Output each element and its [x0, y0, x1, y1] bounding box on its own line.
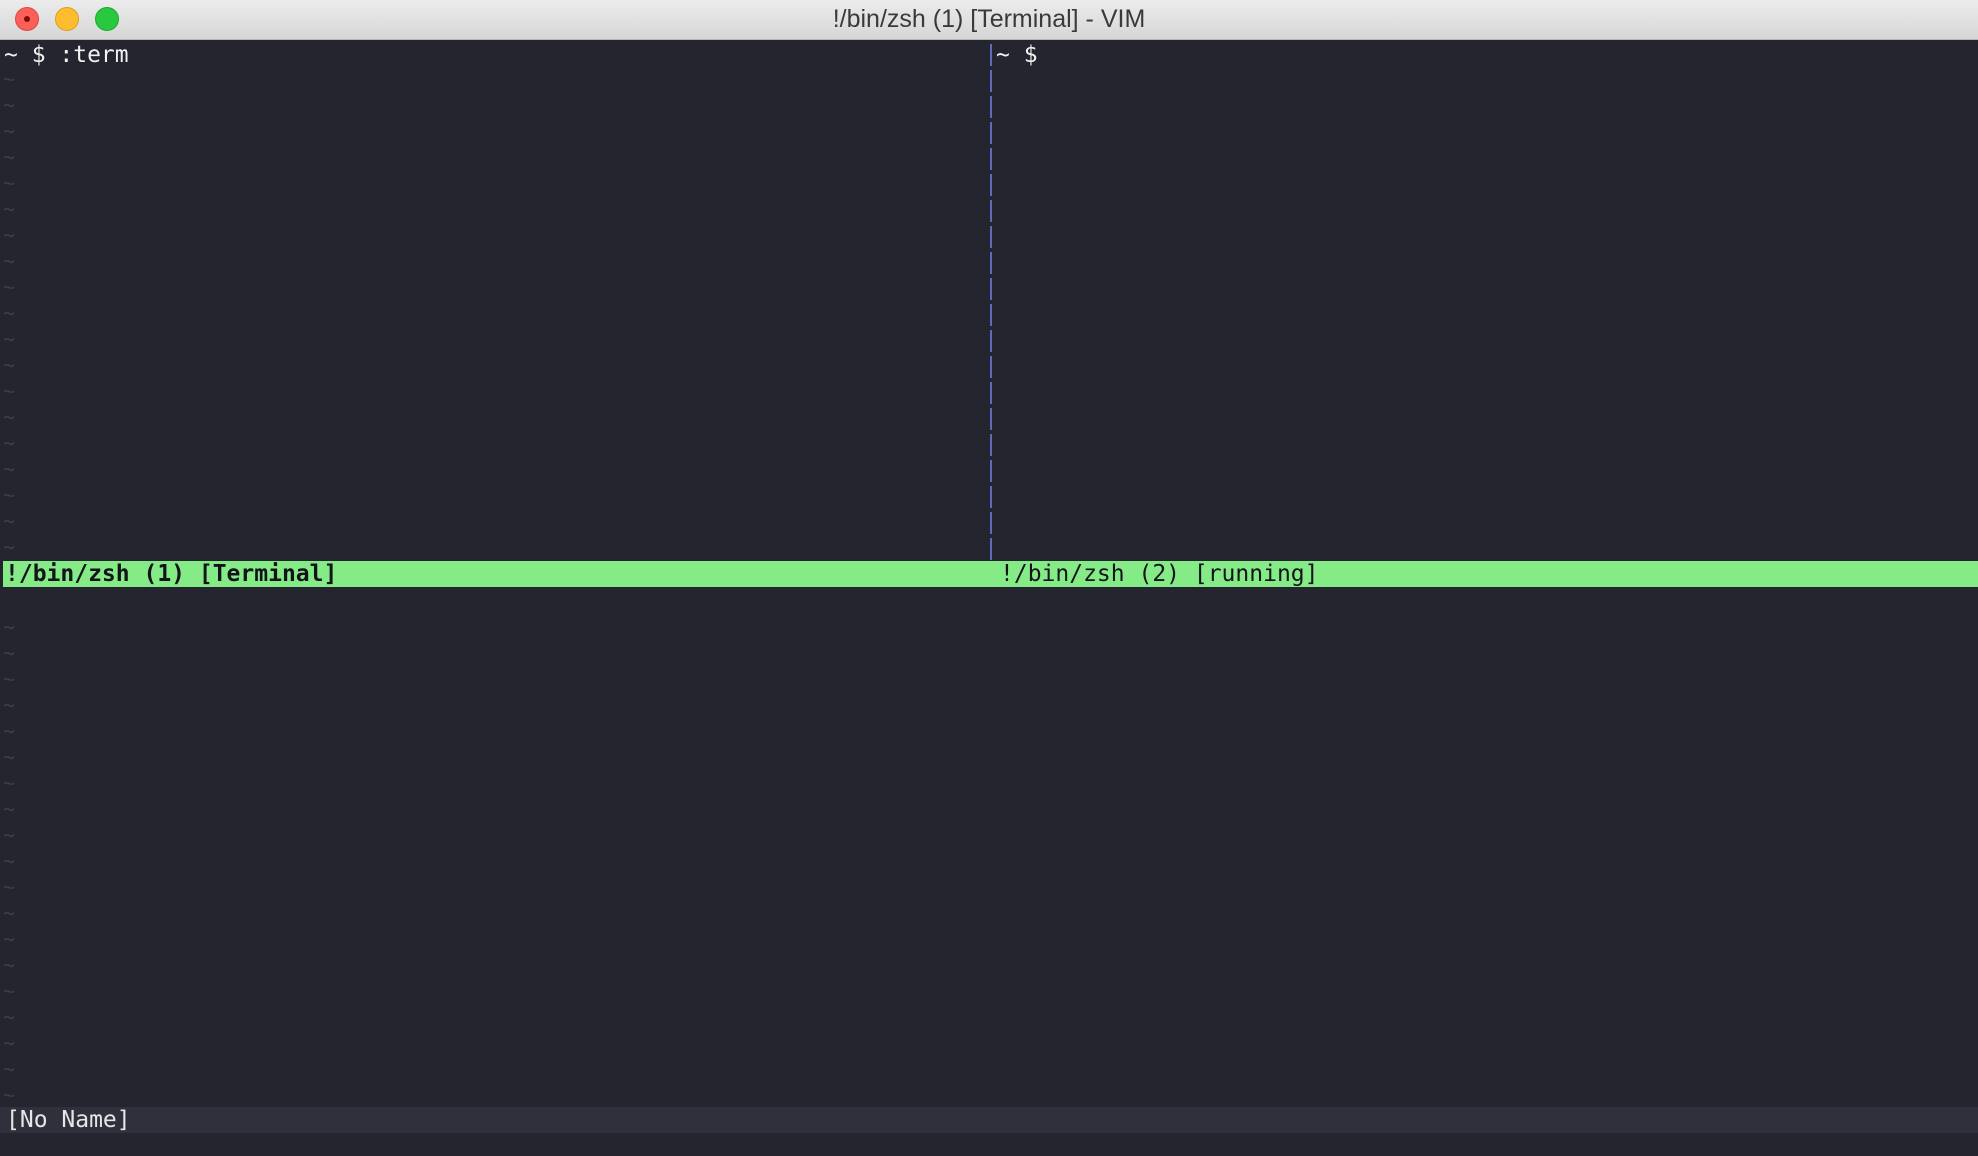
- empty-line-tilde: ~: [3, 1005, 16, 1029]
- bottom-pane-empty-lines: ~ ~ ~ ~ ~ ~ ~ ~ ~ ~ ~ ~ ~ ~ ~ ~ ~ ~ ~: [3, 614, 15, 1108]
- empty-line-tilde: ~: [3, 93, 16, 117]
- empty-line-tilde: ~: [3, 67, 16, 91]
- right-terminal-prompt[interactable]: ~ $: [996, 40, 1038, 70]
- vim-window: !/bin/zsh (1) [Terminal] - VIM ~ $ :term…: [0, 0, 1978, 1156]
- empty-line-tilde: ~: [3, 327, 16, 351]
- empty-line-tilde: ~: [3, 171, 16, 195]
- empty-line-tilde: ~: [3, 1057, 16, 1081]
- empty-line-tilde: ~: [3, 145, 16, 169]
- empty-line-tilde: ~: [3, 927, 16, 951]
- title-bar: !/bin/zsh (1) [Terminal] - VIM: [0, 0, 1978, 40]
- empty-line-tilde: ~: [3, 875, 16, 899]
- empty-line-tilde: ~: [3, 849, 16, 873]
- buffer-name-label[interactable]: [No Name]: [6, 1107, 131, 1133]
- empty-line-tilde: ~: [3, 953, 16, 977]
- empty-line-tilde: ~: [3, 483, 16, 507]
- empty-line-tilde: ~: [3, 405, 16, 429]
- empty-line-tilde: ~: [3, 1031, 16, 1055]
- empty-line-tilde: ~: [3, 641, 16, 665]
- empty-line-tilde: ~: [3, 771, 16, 795]
- empty-line-tilde: ~: [3, 431, 16, 455]
- empty-line-tilde: ~: [3, 719, 16, 743]
- left-pane-status-label[interactable]: !/bin/zsh (1) [Terminal]: [5, 561, 337, 587]
- vertical-split-divider[interactable]: [990, 44, 992, 560]
- empty-line-tilde: ~: [3, 457, 16, 481]
- empty-line-tilde: ~: [3, 615, 16, 639]
- empty-line-tilde: ~: [3, 797, 16, 821]
- empty-line-tilde: ~: [3, 1083, 16, 1107]
- empty-line-tilde: ~: [3, 901, 16, 925]
- right-pane-status-label[interactable]: !/bin/zsh (2) [running]: [1000, 561, 1319, 587]
- left-terminal-prompt[interactable]: ~ $ :term: [4, 40, 129, 70]
- window-title: !/bin/zsh (1) [Terminal] - VIM: [832, 5, 1146, 33]
- empty-line-tilde: ~: [3, 693, 16, 717]
- top-statusline: !/bin/zsh (1) [Terminal] !/bin/zsh (2) […: [3, 561, 1978, 587]
- empty-line-tilde: ~: [3, 223, 16, 247]
- empty-line-tilde: ~: [3, 823, 16, 847]
- empty-line-tilde: ~: [3, 353, 16, 377]
- empty-line-tilde: ~: [3, 301, 16, 325]
- top-pane-empty-lines: ~ ~ ~ ~ ~ ~ ~ ~ ~ ~ ~ ~ ~ ~ ~ ~ ~ ~ ~: [3, 66, 15, 560]
- empty-line-tilde: ~: [3, 119, 16, 143]
- empty-line-tilde: ~: [3, 197, 16, 221]
- empty-line-tilde: ~: [3, 509, 16, 533]
- empty-line-tilde: ~: [3, 979, 16, 1003]
- empty-line-tilde: ~: [3, 249, 16, 273]
- empty-line-tilde: ~: [3, 535, 16, 559]
- empty-line-tilde: ~: [3, 275, 16, 299]
- bottom-statusline: [No Name]: [0, 1107, 1978, 1133]
- empty-line-tilde: ~: [3, 667, 16, 691]
- empty-line-tilde: ~: [3, 379, 16, 403]
- empty-line-tilde: ~: [3, 745, 16, 769]
